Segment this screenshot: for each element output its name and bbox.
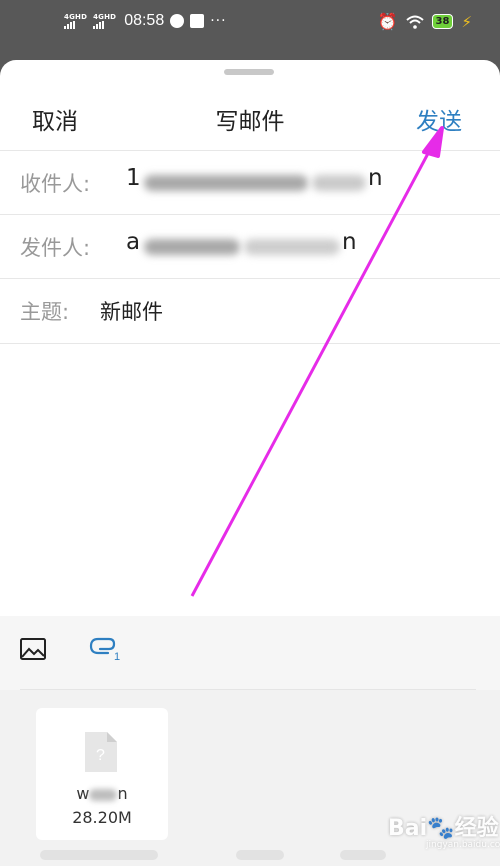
image-icon[interactable] [20, 638, 46, 660]
scroll-placeholder [236, 850, 284, 860]
alarm-icon: ⏰ [377, 12, 398, 31]
watermark-suffix: 经验 [454, 816, 499, 841]
watermark-url: jingyan.baidu.com [426, 840, 500, 850]
notification-icon [170, 14, 185, 28]
redacted-text [244, 239, 340, 255]
signal-icon: 4GHD [64, 12, 88, 29]
battery-icon: 38 [431, 14, 454, 29]
status-bar: 4GHD 4GHD 08:58 ··· ⏰ 38 ⚡ [0, 0, 500, 48]
attachment-icon[interactable]: 1 [88, 634, 122, 664]
attachment-card[interactable]: ? wn 28.20M [36, 708, 168, 840]
from-label: 发件人: [20, 236, 91, 260]
attachment-name-start: w [76, 784, 90, 803]
redacted-text [89, 788, 118, 801]
watermark: Bai🐾经验 jingyan.baidu.com [388, 810, 500, 850]
signal-icon-2: 4GHD [93, 12, 117, 29]
more-dots-icon: ··· [210, 13, 227, 29]
clock: 08:58 [124, 12, 165, 29]
redacted-text [312, 175, 366, 191]
wifi-icon [405, 15, 424, 29]
unknown-file-icon: ? [85, 732, 117, 772]
drag-handle[interactable] [224, 69, 274, 75]
send-button[interactable]: 发送 [416, 102, 462, 136]
redacted-text [144, 239, 240, 255]
svg-text:?: ? [96, 747, 105, 764]
compose-header: 取消 写邮件 发送 [0, 98, 500, 138]
subject-input[interactable]: 新邮件 [100, 296, 163, 326]
svg-text:1: 1 [114, 651, 120, 663]
attachment-name: wn [36, 784, 168, 803]
paw-icon: 🐾 [427, 816, 455, 841]
charging-icon: ⚡ [461, 12, 472, 31]
from-field[interactable]: 发件人: a n [0, 214, 500, 279]
attachment-name-end: n [117, 784, 128, 803]
to-label: 收件人: [20, 172, 91, 196]
signal-label-1: 4GHD [64, 12, 88, 21]
to-value[interactable]: 1 [126, 165, 141, 191]
from-value[interactable]: a [126, 229, 140, 255]
scroll-placeholder [340, 850, 386, 860]
message-body[interactable] [0, 344, 500, 616]
to-field[interactable]: 收件人: 1 n [0, 150, 500, 215]
signal-label-2: 4GHD [93, 12, 117, 21]
subject-field[interactable]: 主题: 新邮件 [0, 278, 500, 344]
from-value-end: n [342, 229, 357, 255]
redacted-text [144, 175, 308, 191]
subject-label: 主题: [20, 300, 70, 324]
watermark-logo: Bai [388, 816, 428, 841]
attachment-size: 28.20M [72, 808, 132, 827]
compose-toolbar: 1 [0, 616, 500, 690]
compose-sheet: 取消 写邮件 发送 收件人: 1 n 发件人: a n 主题: 新邮件 1 ? … [0, 60, 500, 866]
to-value-end: n [368, 165, 383, 191]
scroll-placeholder [40, 850, 158, 860]
telegram-icon [190, 14, 205, 28]
